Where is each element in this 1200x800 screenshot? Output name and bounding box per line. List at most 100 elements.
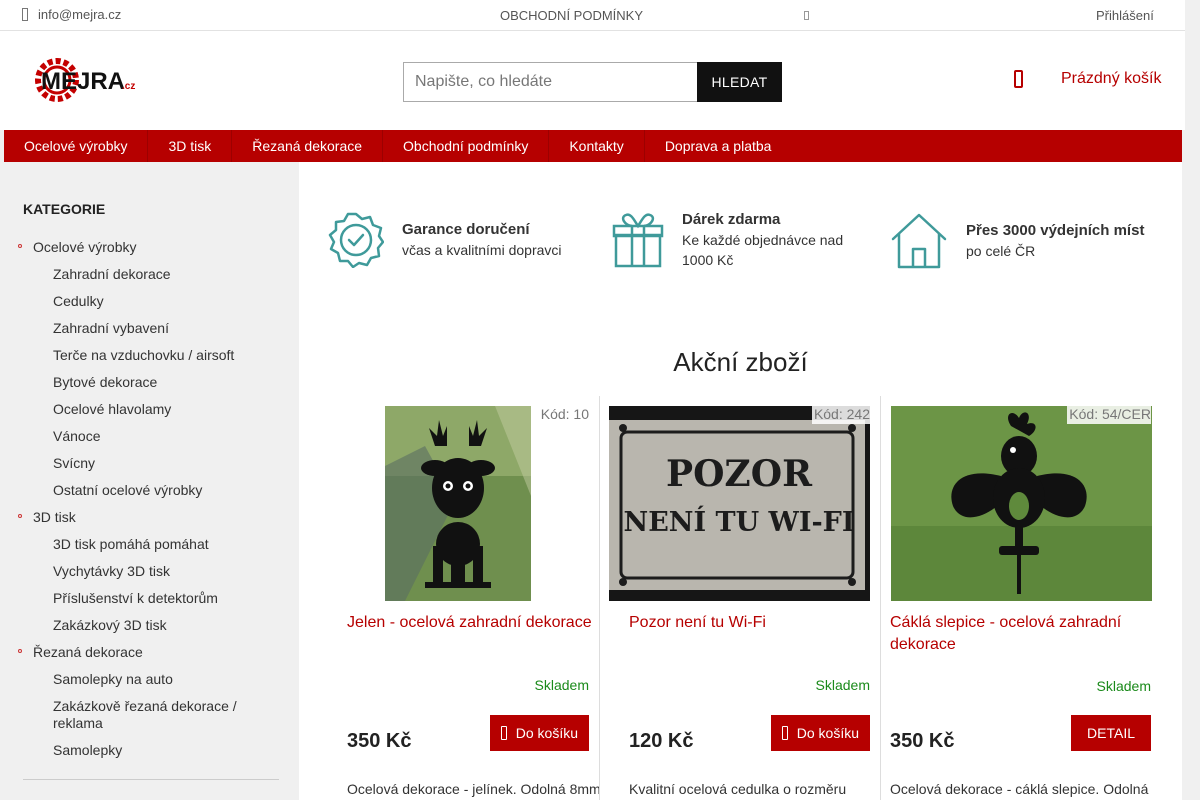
chicken-image xyxy=(891,406,1152,601)
badge-check-icon xyxy=(328,212,384,268)
product-image[interactable] xyxy=(385,406,531,601)
nav-item-kontakty[interactable]: Kontakty xyxy=(549,130,645,162)
product-price: 350 Kč xyxy=(347,730,412,752)
button-label: Do košíku xyxy=(796,725,859,741)
sign-line-2: NENÍ TU WI-FI xyxy=(624,505,855,538)
benefit-title: Garance doručení xyxy=(402,221,530,238)
benefit-text: Dárek zdarma Ke každé objednávce nad 100… xyxy=(682,210,862,270)
cart-label: Prázdný košík xyxy=(1061,70,1162,87)
top-bar: info@mejra.cz OBCHODNÍ PODMÍNKY Přihláše… xyxy=(0,0,1185,31)
benefit-gift: Dárek zdarma Ke každé objednávce nad 100… xyxy=(612,210,862,270)
bullet-icon xyxy=(18,514,22,518)
subcategory-prislusenstvi[interactable]: Příslušenství k detektorům xyxy=(4,585,299,612)
subcategory-zahradni-vybaveni[interactable]: Zahradní vybavení xyxy=(4,315,299,342)
subcategory-bytove-dekorace[interactable]: Bytové dekorace xyxy=(4,369,299,396)
product-price: 120 Kč xyxy=(629,730,694,752)
sidebar-title: KATEGORIE xyxy=(23,201,106,217)
cart-link[interactable]: Prázdný košík xyxy=(1014,70,1161,88)
nav-item-3d-tisk[interactable]: 3D tisk xyxy=(148,130,233,162)
product-code: Kód: 10 xyxy=(538,406,589,424)
main-nav: Ocelové výrobky 3D tisk Řezaná dekorace … xyxy=(4,130,1182,162)
product-price: 350 Kč xyxy=(890,730,955,752)
benefit-delivery: Garance doručení včas a kvalitními dopra… xyxy=(328,212,562,268)
product-name-link[interactable]: Jelen - ocelová zahradní dekorace xyxy=(347,612,597,634)
cart-icon xyxy=(500,726,507,740)
subcategory-vanoce[interactable]: Vánoce xyxy=(4,423,299,450)
product-card: Kód: 54/CER Cáklá slepice - ocelová zahr… xyxy=(880,396,1170,800)
product-card: POZOR NENÍ TU WI-FI Kód: 242 Pozor není … xyxy=(599,396,880,800)
subcategory-terce[interactable]: Terče na vzduchovku / airsoft xyxy=(4,342,299,369)
subcategory-zahradni-dekorace[interactable]: Zahradní dekorace xyxy=(4,261,299,288)
benefit-title: Dárek zdarma xyxy=(682,211,781,228)
product-code: Kód: 54/CER xyxy=(1067,406,1151,424)
subcategory-samolepky[interactable]: Samolepky xyxy=(4,737,299,764)
email-icon xyxy=(22,8,28,21)
stock-status: Skladem xyxy=(1096,678,1151,694)
product-image[interactable] xyxy=(891,406,1152,601)
benefit-subtitle: včas a kvalitními dopravci xyxy=(402,242,562,258)
nav-item-ocelove-vyrobky[interactable]: Ocelové výrobky xyxy=(4,130,149,162)
subcategory-samolepky-na-auto[interactable]: Samolepky na auto xyxy=(4,666,299,693)
main-content: Garance doručení včas a kvalitními dopra… xyxy=(299,162,1182,800)
subcategory-vychytavky[interactable]: Vychytávky 3D tisk xyxy=(4,558,299,585)
category-list: Ocelové výrobky Zahradní dekorace Cedulk… xyxy=(4,234,299,764)
search-form: HLEDAT xyxy=(403,62,782,102)
bullet-icon xyxy=(18,649,22,653)
category-ocelove-vyrobky[interactable]: Ocelové výrobky xyxy=(4,234,299,261)
category-label: Řezaná dekorace xyxy=(33,644,143,660)
category-rezana-dekorace[interactable]: Řezaná dekorace xyxy=(4,639,299,666)
product-description: Kvalitní ocelová cedulka o rozměru xyxy=(629,781,847,797)
login-link[interactable]: Přihlášení xyxy=(1096,8,1154,23)
benefit-text: Garance doručení včas a kvalitními dopra… xyxy=(402,220,562,260)
category-3d-tisk[interactable]: 3D tisk xyxy=(4,504,299,531)
email-link[interactable]: info@mejra.cz xyxy=(22,7,121,22)
chevron-icon xyxy=(804,11,809,20)
product-description: Ocelová dekorace - cáklá slepice. Odolná xyxy=(890,781,1149,797)
sign-line-1: POZOR xyxy=(666,453,813,495)
logo-suffix: .cz xyxy=(122,81,135,92)
search-button[interactable]: HLEDAT xyxy=(697,62,782,102)
add-to-cart-button[interactable]: Do košíku xyxy=(770,715,870,751)
benefit-text: Přes 3000 výdejních míst po celé ČR xyxy=(966,221,1144,261)
product-name-link[interactable]: Pozor není tu Wi-Fi xyxy=(629,612,879,634)
product-card: Kód: 10 Jelen - ocelová zahradní dekorac… xyxy=(318,396,601,800)
category-label: Ocelové výrobky xyxy=(33,239,137,255)
benefit-subtitle: Ke každé objednávce nad 1000 Kč xyxy=(682,232,844,268)
gift-icon xyxy=(612,213,664,268)
subcategory-zakazkove-rezana[interactable]: Zakázkově řezaná dekorace / reklama xyxy=(4,693,299,737)
stock-status: Skladem xyxy=(815,677,870,693)
stock-status: Skladem xyxy=(534,677,589,693)
sidebar-divider xyxy=(23,779,279,780)
detail-button[interactable]: DETAIL xyxy=(1071,715,1151,751)
logo[interactable]: MEJRA .cz xyxy=(33,53,143,105)
sidebar: KATEGORIE Ocelové výrobky Zahradní dekor… xyxy=(4,162,299,800)
product-image[interactable]: POZOR NENÍ TU WI-FI xyxy=(609,406,870,601)
nav-item-doprava-a-platba[interactable]: Doprava a platba xyxy=(645,130,792,162)
nav-item-obchodni-podminky[interactable]: Obchodní podmínky xyxy=(383,130,550,162)
benefit-title: Přes 3000 výdejních míst xyxy=(966,222,1145,239)
subcategory-svicny[interactable]: Svícny xyxy=(4,450,299,477)
cart-icon xyxy=(781,726,788,740)
header: MEJRA .cz HLEDAT Prázdný košík xyxy=(0,31,1185,130)
product-description: Ocelová dekorace - jelínek. Odolná 8mm xyxy=(347,781,601,797)
benefit-subtitle: po celé ČR xyxy=(966,243,1036,259)
section-title: Akční zboží xyxy=(673,347,808,377)
bullet-icon xyxy=(18,244,22,248)
product-name-link[interactable]: Cáklá slepice - ocelová zahradní dekorac… xyxy=(890,612,1150,656)
subcategory-3d-tisk-pomaha[interactable]: 3D tisk pomáhá pomáhat xyxy=(4,531,299,558)
logo-text: MEJRA xyxy=(41,68,125,95)
email-text: info@mejra.cz xyxy=(38,7,122,22)
category-label: 3D tisk xyxy=(33,509,76,525)
search-input[interactable] xyxy=(403,62,697,102)
subcategory-ostatni-ocelove-vyrobky[interactable]: Ostatní ocelové výrobky xyxy=(4,477,299,504)
terms-link[interactable]: OBCHODNÍ PODMÍNKY xyxy=(500,8,643,23)
subcategory-cedulky[interactable]: Cedulky xyxy=(4,288,299,315)
subcategory-zakazkovy-3d-tisk[interactable]: Zakázkový 3D tisk xyxy=(4,612,299,639)
nav-item-rezana-dekorace[interactable]: Řezaná dekorace xyxy=(232,130,384,162)
house-icon xyxy=(891,213,947,269)
cart-icon xyxy=(1014,70,1023,88)
add-to-cart-button[interactable]: Do košíku xyxy=(489,715,589,751)
subcategory-ocelove-hlavolamy[interactable]: Ocelové hlavolamy xyxy=(4,396,299,423)
logo-gear-icon: MEJRA .cz xyxy=(35,58,135,102)
deer-image xyxy=(385,406,531,601)
